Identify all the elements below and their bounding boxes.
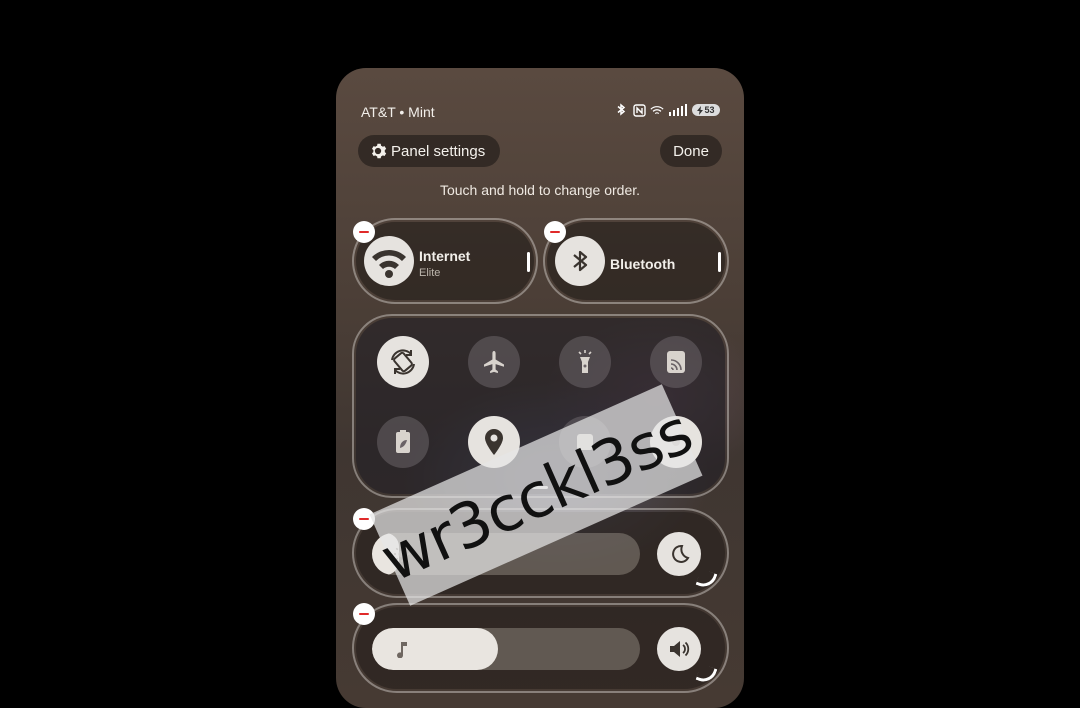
bluetooth-icon	[614, 103, 628, 117]
battery-level: 53	[704, 105, 715, 115]
dark-mode-button[interactable]	[657, 532, 701, 576]
power-saving-icon	[396, 430, 410, 453]
bluetooth-icon	[555, 236, 605, 286]
music-note-icon	[392, 639, 412, 659]
nfc-icon	[632, 103, 646, 117]
internet-resize-handle[interactable]	[527, 252, 530, 272]
remove-volume-button[interactable]	[353, 603, 375, 625]
remove-bluetooth-button[interactable]	[544, 221, 566, 243]
gear-icon	[371, 143, 387, 159]
panel-settings-label: Panel settings	[391, 142, 486, 160]
power-saving-toggle[interactable]	[377, 416, 429, 468]
sound-mode-button[interactable]	[657, 627, 701, 671]
location-icon	[485, 429, 503, 455]
bluetooth-tile[interactable]: Bluetooth	[547, 222, 725, 300]
auto-rotate-icon	[391, 349, 415, 375]
signal-icon	[668, 103, 688, 117]
reorder-hint: Touch and hold to change order.	[439, 182, 641, 198]
flashlight-icon	[578, 350, 592, 373]
quick-panel-edit-screen: AT&T • Mint 53 Panel settings Done Touch…	[336, 68, 744, 708]
cast-icon	[667, 351, 685, 373]
auto-rotate-toggle[interactable]	[377, 336, 429, 388]
volume-slider[interactable]	[372, 628, 640, 670]
moon-icon	[672, 544, 690, 563]
brightness-resize-handle[interactable]	[695, 568, 718, 591]
airplane-mode-toggle[interactable]	[468, 336, 520, 388]
done-label: Done	[673, 142, 709, 160]
volume-fill	[372, 628, 498, 670]
internet-network-name: Elite	[419, 267, 441, 279]
speaker-icon	[670, 641, 690, 657]
wifi-icon	[364, 236, 414, 286]
battery-indicator: 53	[692, 104, 720, 116]
done-button[interactable]: Done	[660, 135, 722, 167]
internet-label: Internet	[419, 248, 471, 264]
panel-settings-button[interactable]: Panel settings	[358, 135, 500, 167]
status-icons: 53	[614, 103, 720, 117]
status-bar: AT&T • Mint 53	[361, 103, 720, 122]
airplane-icon	[484, 351, 504, 374]
carrier-label: AT&T • Mint	[361, 104, 435, 120]
volume-slider-panel	[356, 607, 725, 689]
remove-internet-button[interactable]	[353, 221, 375, 243]
flashlight-toggle[interactable]	[559, 336, 611, 388]
smart-view-toggle[interactable]	[650, 336, 702, 388]
charging-bolt-icon	[697, 105, 704, 115]
bluetooth-resize-handle[interactable]	[718, 252, 721, 272]
bluetooth-label: Bluetooth	[610, 256, 676, 272]
wifi-calling-icon	[650, 103, 664, 117]
internet-tile[interactable]: Internet Elite	[356, 222, 534, 300]
